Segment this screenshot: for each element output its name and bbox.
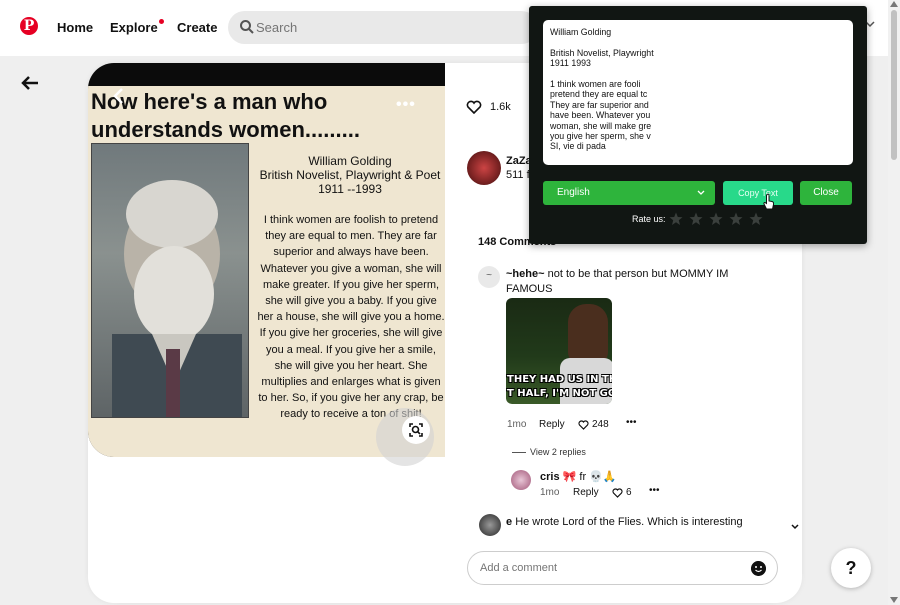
bio-role: British Novelist, Playwright & Poet bbox=[259, 168, 441, 182]
reply-body: 🎀 fr 💀🙏 bbox=[562, 471, 617, 483]
quote-poster: Now here's a man who understands women..… bbox=[88, 86, 445, 457]
comment-avatar[interactable]: ~ bbox=[478, 266, 500, 288]
extracted-text-area[interactable]: William Golding British Novelist, Playwr… bbox=[543, 20, 853, 165]
reply-time: 1mo bbox=[540, 487, 560, 498]
search-bar[interactable] bbox=[228, 11, 538, 44]
comment-like-count: 248 bbox=[592, 419, 609, 430]
reply-user[interactable]: cris bbox=[540, 471, 560, 483]
poster-headline: Now here's a man who understands women..… bbox=[91, 89, 360, 142]
language-chevron-down-icon bbox=[697, 190, 705, 195]
comment-more-options[interactable]: ••• bbox=[626, 417, 637, 428]
nav-explore[interactable]: Explore bbox=[110, 19, 164, 35]
like-count: 1.6k bbox=[490, 101, 511, 113]
scroll-down-arrow-icon[interactable] bbox=[890, 597, 898, 603]
pin-image[interactable]: Now here's a man who understands women..… bbox=[88, 63, 445, 457]
rate-label: Rate us: bbox=[632, 214, 666, 224]
pinterest-logo-icon[interactable]: P bbox=[20, 17, 38, 35]
comment-text-3: e He wrote Lord of the Flies. Which is i… bbox=[506, 516, 743, 528]
reply-like-count: 6 bbox=[626, 487, 632, 498]
author-avatar[interactable] bbox=[467, 151, 501, 185]
reply-avatar[interactable] bbox=[511, 470, 531, 490]
reactions[interactable]: 1.6k bbox=[466, 100, 526, 116]
help-button[interactable]: ? bbox=[831, 548, 871, 588]
search-icon bbox=[240, 20, 254, 34]
language-value: English bbox=[557, 187, 590, 198]
search-input[interactable] bbox=[256, 11, 526, 44]
bio-years: 1911 --1993 bbox=[318, 182, 382, 196]
back-arrow-icon[interactable] bbox=[20, 74, 40, 92]
visual-search-button[interactable] bbox=[402, 416, 430, 444]
star-2-icon[interactable] bbox=[689, 212, 703, 226]
reply-reply-button[interactable]: Reply bbox=[573, 487, 599, 498]
view-replies-button[interactable]: View 2 replies bbox=[512, 447, 586, 457]
meme-caption-top: THEY HAD US IN THE bbox=[507, 374, 612, 385]
comment-user[interactable]: ~hehe~ bbox=[506, 268, 545, 280]
author-name[interactable]: ZaZa bbox=[506, 155, 532, 167]
nav-create[interactable]: Create bbox=[177, 20, 217, 35]
reply-text: cris 🎀 fr 💀🙏 bbox=[540, 470, 617, 483]
star-4-icon[interactable] bbox=[729, 212, 743, 226]
bio-name: William Golding bbox=[308, 154, 392, 168]
poster-bio: William Golding British Novelist, Playwr… bbox=[258, 154, 442, 196]
add-comment-input[interactable] bbox=[480, 552, 740, 584]
comments-chevron-down-icon[interactable] bbox=[790, 522, 800, 532]
star-1-icon[interactable] bbox=[669, 212, 683, 226]
hand-cursor-icon bbox=[763, 193, 775, 210]
reply-button[interactable]: Reply bbox=[539, 419, 565, 430]
comment-heart-icon[interactable] bbox=[578, 420, 589, 430]
nav-explore-label: Explore bbox=[110, 20, 158, 35]
reply-heart-icon[interactable] bbox=[612, 488, 623, 498]
copy-text-button[interactable]: Copy Text bbox=[723, 181, 793, 205]
comment-avatar-3[interactable] bbox=[479, 514, 501, 536]
nav-home[interactable]: Home bbox=[57, 20, 93, 35]
comment-user-3[interactable]: e bbox=[506, 516, 512, 528]
reply-more-options[interactable]: ••• bbox=[649, 485, 660, 496]
comment-time: 1mo bbox=[507, 419, 527, 430]
comment-meme-image[interactable]: THEY HAD US IN THE T HALF, I'M NOT GON bbox=[506, 298, 612, 404]
meme-caption-bottom: T HALF, I'M NOT GON bbox=[507, 388, 612, 399]
star-5-icon[interactable] bbox=[749, 212, 763, 226]
page-scrollbar[interactable] bbox=[888, 0, 900, 605]
visual-search-icon bbox=[409, 423, 423, 437]
heart-icon bbox=[466, 100, 482, 115]
view-replies-label: View 2 replies bbox=[530, 447, 586, 457]
pin-more-options[interactable]: ••• bbox=[396, 96, 416, 114]
scroll-up-arrow-icon[interactable] bbox=[890, 1, 898, 7]
poster-quote: I think women are foolish to pretend the… bbox=[257, 214, 445, 421]
portrait-photo bbox=[91, 143, 249, 418]
language-select[interactable]: English bbox=[543, 181, 715, 205]
scroll-thumb[interactable] bbox=[891, 10, 897, 160]
add-comment-box[interactable] bbox=[467, 551, 778, 585]
comment-body-3: He wrote Lord of the Flies. Which is int… bbox=[515, 516, 743, 528]
emoji-icon[interactable] bbox=[751, 561, 766, 576]
close-button[interactable]: Close bbox=[800, 181, 852, 205]
star-3-icon[interactable] bbox=[709, 212, 723, 226]
meme-face bbox=[568, 304, 608, 366]
previous-chevron-icon[interactable] bbox=[112, 87, 126, 105]
notification-dot bbox=[158, 19, 164, 24]
comment-text: ~hehe~ not to be that person but MOMMY I… bbox=[506, 267, 766, 297]
replies-line bbox=[512, 452, 526, 454]
author-followers: 511 f bbox=[506, 169, 530, 181]
